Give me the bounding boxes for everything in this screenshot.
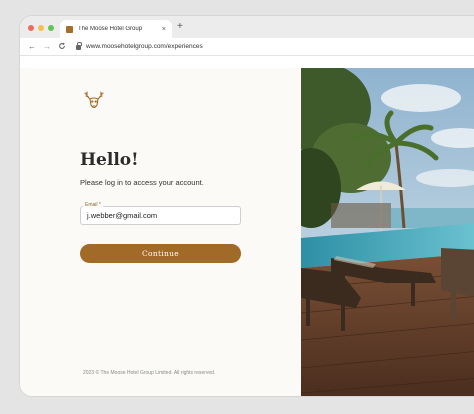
continue-button-label: Continue	[142, 249, 179, 258]
page-title: Hello!	[80, 150, 139, 170]
login-panel: Hello! Please log in to access your acco…	[20, 68, 301, 396]
maximize-window-button[interactable]	[48, 25, 54, 31]
login-subtitle: Please log in to access your account.	[80, 178, 204, 187]
tab-title: The Moose Hotel Group	[78, 26, 143, 32]
email-label: Email *	[83, 202, 103, 208]
minimize-window-button[interactable]	[38, 25, 44, 31]
page-content: Hello! Please log in to access your acco…	[20, 68, 474, 396]
email-value: j.webber@gmail.com	[87, 211, 158, 220]
copyright-footer: 2023 © The Moose Hotel Group Limited. Al…	[83, 370, 216, 376]
favicon-icon	[66, 25, 73, 33]
new-tab-button[interactable]: +	[177, 21, 183, 33]
browser-toolbar: ← → www.moosehotelgroup.com/experiences	[20, 38, 474, 56]
lock-icon	[76, 42, 82, 50]
screen-background: The Moose Hotel Group × + ← → www.mooseh…	[0, 0, 474, 414]
continue-button[interactable]: Continue	[80, 244, 241, 263]
back-arrow-icon[interactable]: ←	[26, 42, 38, 51]
close-window-button[interactable]	[28, 25, 34, 31]
reload-icon-graphic	[59, 42, 65, 49]
tab-close-icon[interactable]: ×	[162, 26, 166, 33]
tab-strip: The Moose Hotel Group × +	[20, 16, 474, 38]
hero-image	[301, 68, 474, 396]
address-bar[interactable]: www.moosehotelgroup.com/experiences	[76, 41, 456, 53]
moose-head-icon	[84, 90, 104, 112]
resort-pool-photo	[301, 68, 474, 396]
browser-window: The Moose Hotel Group × + ← → www.mooseh…	[20, 16, 474, 396]
browser-tab[interactable]: The Moose Hotel Group ×	[60, 20, 172, 38]
forward-arrow-icon[interactable]: →	[41, 42, 53, 51]
email-field[interactable]: j.webber@gmail.com	[80, 206, 241, 225]
url-text: www.moosehotelgroup.com/experiences	[86, 43, 203, 50]
reload-icon[interactable]	[56, 42, 68, 52]
